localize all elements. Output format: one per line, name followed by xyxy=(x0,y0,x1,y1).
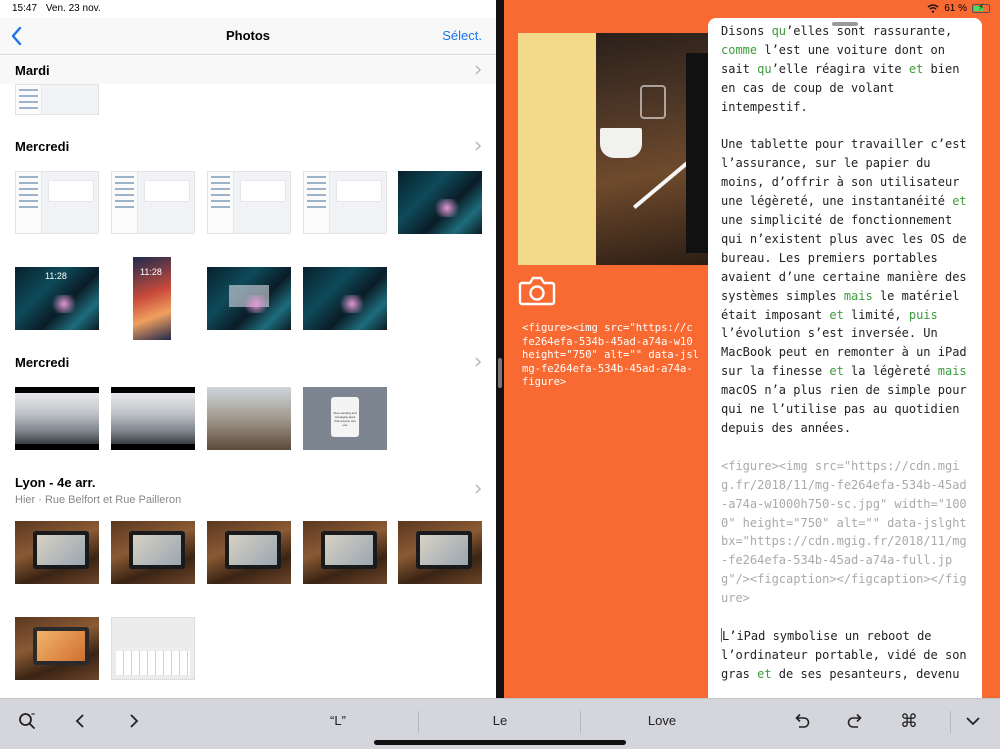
photo-thumbnail[interactable] xyxy=(111,521,195,584)
undo-icon[interactable] xyxy=(791,710,813,732)
photo-section: Lyon - 4e arr. Hier · Rue Belfort et Rue… xyxy=(0,468,496,698)
photos-pane: Photos Sélect. Mardi Mercredi 11:28 11:2… xyxy=(0,0,496,698)
section-title: Mercredi xyxy=(15,355,70,370)
command-icon[interactable]: ⌘ xyxy=(898,710,920,732)
editor-paragraph: Une tablette pour travailler c’est l’ass… xyxy=(721,135,973,438)
section-title: Mercredi xyxy=(15,139,70,154)
keyword-span: et xyxy=(829,307,844,322)
section-header[interactable]: Mercredi xyxy=(0,132,496,160)
section-title: Mardi xyxy=(15,63,50,78)
chevron-left-icon[interactable] xyxy=(8,24,26,48)
suggestion-1[interactable]: “L” xyxy=(258,713,418,728)
keyword-span: et xyxy=(908,61,924,76)
text-span: Une tablette pour travailler c’est l’ass… xyxy=(721,137,967,209)
split-view-divider[interactable] xyxy=(496,0,504,698)
suggestion-3[interactable]: Love xyxy=(582,713,742,728)
editor-paragraph: Disons qu’elles sont rassurante, comme l… xyxy=(721,22,973,117)
suggestion-separator xyxy=(418,711,419,733)
chevron-right-icon[interactable] xyxy=(123,710,145,732)
wifi-icon xyxy=(927,4,939,13)
text-span: de ses pesanteurs, devenu xyxy=(771,666,960,681)
chevron-right-icon xyxy=(475,357,482,367)
code-span: <figure><img src="https://cdn.mgig.fr/20… xyxy=(721,458,967,606)
editor-text[interactable]: Disons qu’elles sont rassurante, comme l… xyxy=(721,22,973,698)
text-span: la légèreté xyxy=(843,364,938,379)
photo-section: Mardi xyxy=(0,56,496,120)
photo-thumbnail[interactable] xyxy=(15,521,99,584)
text-span: macOS n’a plus rien de simple pour qui n… xyxy=(721,383,967,436)
keyword-span: mais xyxy=(843,288,873,303)
photo-thumbnail[interactable] xyxy=(111,387,195,450)
photo-thumbnail[interactable] xyxy=(207,387,291,450)
lock-time: 11:28 xyxy=(45,271,67,281)
photo-thumbnail[interactable]: Stop sending and managing apps that anyo… xyxy=(303,387,387,450)
chevron-right-icon xyxy=(475,65,482,75)
editor-paragraph: L’iPad symbolise un reboot de l’ordinate… xyxy=(721,627,973,684)
photos-nav-bar: Photos Sélect. xyxy=(0,18,496,55)
editor-paragraph: <figure><img src="https://cdn.mgig.fr/20… xyxy=(721,457,973,608)
photos-title: Photos xyxy=(225,28,271,43)
keyword-span: mais xyxy=(937,364,967,379)
section-subtitle: Hier · Rue Belfort et Rue Pailleron xyxy=(15,494,182,506)
keyword-span: et xyxy=(757,666,772,681)
camera-icon[interactable] xyxy=(518,274,556,308)
keyword-span: comme xyxy=(721,42,758,57)
text-span: ’elle réagira vite xyxy=(771,61,909,76)
photo-thumbnail[interactable] xyxy=(398,171,482,234)
photo-thumbnail[interactable] xyxy=(207,267,291,330)
article-photo[interactable] xyxy=(596,33,716,265)
photo-thumbnail[interactable] xyxy=(15,617,99,680)
keyword-span: qu xyxy=(757,61,772,76)
photo-thumbnail[interactable]: 11:28 xyxy=(15,267,99,330)
search-icon[interactable] xyxy=(16,710,38,732)
photo-thumbnail[interactable] xyxy=(303,171,387,234)
text-span: Disons xyxy=(721,24,772,38)
battery-percent: 61 % xyxy=(944,3,967,14)
section-header[interactable]: Lyon - 4e arr. Hier · Rue Belfort et Rue… xyxy=(0,468,496,508)
home-indicator[interactable] xyxy=(374,740,626,745)
toolbar-separator xyxy=(950,711,951,733)
chevron-down-icon[interactable] xyxy=(962,710,984,732)
section-title: Lyon - 4e arr. xyxy=(15,475,96,490)
photo-thumbnail[interactable]: 11:28 xyxy=(133,257,171,340)
html-snippet: <figure><img src="https://c fe264efa-534… xyxy=(522,322,700,388)
editor-app-pane: <figure><img src="https://c fe264efa-534… xyxy=(504,0,1000,698)
keyword-span: qu xyxy=(771,24,787,38)
photo-thumbnail[interactable] xyxy=(207,521,291,584)
photo-thumbnail[interactable] xyxy=(303,521,387,584)
text-span: ’elles sont rassurante, xyxy=(786,24,953,38)
photo-section: Mercredi 11:28 11:28 xyxy=(0,132,496,352)
lock-time: 11:28 xyxy=(140,267,162,277)
text-editor[interactable]: Disons qu’elles sont rassurante, comme l… xyxy=(708,18,982,698)
status-date: Ven. 23 nov. xyxy=(45,3,101,14)
photo-thumbnail[interactable] xyxy=(398,521,482,584)
chevron-right-icon xyxy=(475,484,482,494)
photo-thumbnail[interactable] xyxy=(111,171,195,234)
suggestion-separator xyxy=(580,711,581,733)
keyword-span: et xyxy=(952,194,967,209)
photo-thumbnail[interactable] xyxy=(15,171,99,234)
section-header[interactable]: Mercredi xyxy=(0,348,496,376)
photo-thumbnail[interactable] xyxy=(207,171,291,234)
chevron-left-icon[interactable] xyxy=(69,710,91,732)
chevron-right-icon xyxy=(475,141,482,151)
photo-section: Mercredi Stop sending and managing apps … xyxy=(0,348,496,458)
status-bar: 15:47 Ven. 23 nov. 61 % ⚡ xyxy=(0,0,1000,18)
keyword-span: puis xyxy=(908,307,938,322)
select-button[interactable]: Sélect. xyxy=(442,28,482,43)
suggestion-2[interactable]: Le xyxy=(420,713,580,728)
split-view-handle[interactable] xyxy=(498,358,502,388)
text-span: limité, xyxy=(843,307,909,322)
section-header[interactable]: Mardi xyxy=(0,56,496,84)
photo-thumbnail[interactable] xyxy=(303,267,387,330)
redo-icon[interactable] xyxy=(844,710,866,732)
battery-icon: ⚡ xyxy=(972,2,990,13)
dialog-text: Stop sending and managing apps that anyo… xyxy=(333,411,357,427)
keyword-span: et xyxy=(829,364,844,379)
status-time: 15:47 xyxy=(12,3,38,14)
photo-thumbnail[interactable] xyxy=(15,387,99,450)
photo-thumbnail[interactable] xyxy=(111,617,195,680)
photo-thumbnail[interactable] xyxy=(15,84,99,115)
